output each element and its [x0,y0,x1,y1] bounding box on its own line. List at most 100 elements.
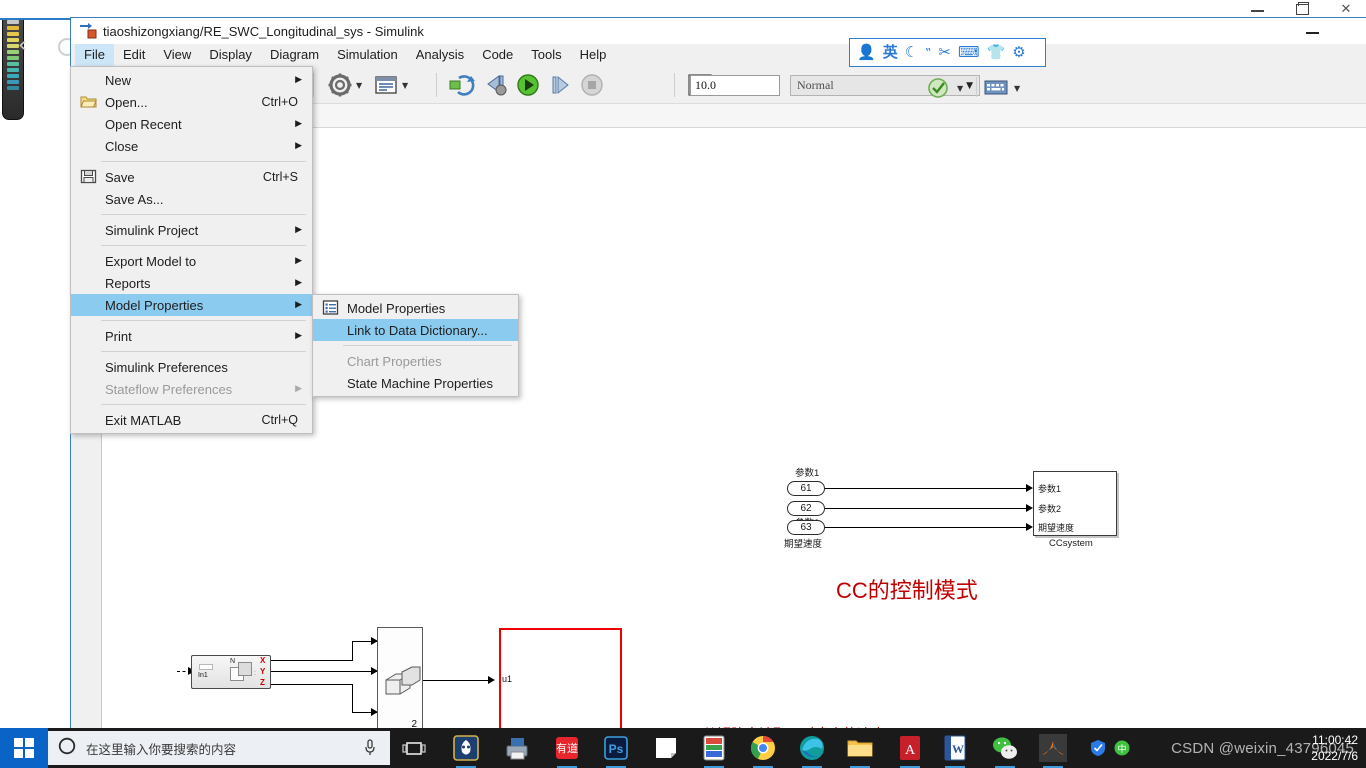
ccsystem-port-3-label: 期望速度 [1038,523,1075,533]
annotation-cc-control-mode[interactable]: CC的控制模式 [836,573,978,605]
submenu-item-link-to-data-dictionary[interactable]: Link to Data Dictionary... [313,319,518,341]
matlab-icon[interactable] [1039,734,1067,768]
taskbar-search-box[interactable]: 在这里输入你要搜索的内容 [48,731,390,765]
simulation-mode-caret-icon: ▼ [966,80,973,91]
model-configuration-parameters-icon[interactable] [327,72,353,98]
ime-language-toggle[interactable]: 英 [883,45,898,60]
acrobat-reader-icon[interactable]: A [896,734,924,768]
screen: ‹ ✕ tiaoshizongxiang/RE_SWC_Longitudinal… [0,0,1366,768]
file-menu-item-model-properties[interactable]: Model Properties ▶ [71,294,312,316]
build-caret-icon[interactable]: ▼ [957,85,966,93]
svg-text:Ps: Ps [609,742,624,756]
file-menu-item-open[interactable]: Open... Ctrl+O [71,91,312,113]
file-explorer-icon[interactable] [846,734,874,768]
qqbrowser-icon[interactable] [452,734,480,768]
host-window-controls: ✕ [1246,0,1358,18]
menu-help[interactable]: Help [571,44,616,66]
cortana-circle-icon [58,737,76,760]
model-config-dropdown-caret-icon[interactable]: ▼ [356,82,365,90]
submenu-label-state-machine-properties: State Machine Properties [347,375,493,391]
simulink-minimize-icon[interactable] [1302,23,1324,39]
menu-analysis[interactable]: Analysis [407,44,473,66]
host-restore-icon[interactable] [1290,1,1314,17]
file-menu-item-save-as[interactable]: Save As... [71,188,312,210]
library-browser-icon[interactable] [373,72,399,98]
notepad-icon[interactable] [652,734,680,762]
host-minimize-icon[interactable] [1246,1,1270,17]
menu-tools[interactable]: Tools [522,44,570,66]
ime-punctuation-icon[interactable]: ‟ [925,47,931,59]
stop-icon[interactable] [579,72,605,98]
ccsystem-block-name: CCsystem [1049,538,1093,549]
signal-arrow-3 [1026,523,1033,531]
microphone-icon[interactable] [364,739,376,762]
menubar: File Edit View Display Diagram Simulatio… [71,44,1366,66]
file-menu-item-new[interactable]: New ▶ [71,69,312,91]
file-menu-item-print[interactable]: Print ▶ [71,325,312,347]
ime-profile-icon[interactable]: 👤 [857,45,876,60]
ime-settings-icon[interactable]: ⚙ [1012,45,1025,60]
chrome-icon[interactable] [749,734,777,768]
ccsystem-port-2-label: 参数2 [1038,504,1062,514]
wechat-icon[interactable] [991,734,1019,768]
ime-scissors-icon[interactable]: ✂ [938,45,951,60]
file-menu-item-exit-matlab[interactable]: Exit MATLAB Ctrl+Q [71,409,312,431]
ime-tray-icon[interactable]: 中 [1113,739,1131,757]
menu-diagram[interactable]: Diagram [261,44,328,66]
simulation-stop-time-input[interactable] [690,75,780,96]
taskbar-clock[interactable]: 11:00:42 2022/7/6 [1262,732,1358,764]
menu-simulation[interactable]: Simulation [328,44,407,66]
lookup-subsystem-block[interactable]: N In1 : [191,655,271,689]
run-icon[interactable] [515,72,541,98]
library-dropdown-caret-icon[interactable]: ▼ [402,82,411,90]
menu-edit[interactable]: Edit [114,44,154,66]
ime-keyboard-icon[interactable]: ⌨ [958,45,980,60]
file-menu-label-save: Save [105,169,135,185]
file-menu-shortcut-exit: Ctrl+Q [261,413,298,427]
file-menu-item-open-recent[interactable]: Open Recent ▶ [71,113,312,135]
chevron-right-icon: ▶ [295,256,302,266]
menu-file[interactable]: File [75,44,114,66]
submenu-item-state-machine-properties[interactable]: State Machine Properties [313,372,518,394]
constant-block-63[interactable]: 63 [787,520,825,535]
menu-view[interactable]: View [154,44,200,66]
file-menu-label-close: Close [105,138,139,154]
edge-icon[interactable] [798,734,826,768]
menu-code[interactable]: Code [473,44,522,66]
file-menu-item-reports[interactable]: Reports ▶ [71,272,312,294]
step-forward-icon[interactable] [547,72,573,98]
lookup-3d-block[interactable]: 2 [377,627,423,728]
task-view-icon[interactable] [400,734,428,762]
ime-moon-icon[interactable]: ☾ [905,45,918,60]
file-menu-item-simulink-preferences[interactable]: Simulink Preferences [71,356,312,378]
step-back-icon[interactable] [483,72,509,98]
file-menu-item-close[interactable]: Close ▶ [71,135,312,157]
simulink-titlebar: tiaoshizongxiang/RE_SWC_Longitudinal_sys… [71,18,1366,44]
submenu-label-chart-properties: Chart Properties [347,353,442,369]
start-button[interactable] [0,728,48,768]
file-menu-item-simulink-project[interactable]: Simulink Project ▶ [71,219,312,241]
file-menu-item-export-model-to[interactable]: Export Model to ▶ [71,250,312,272]
wps-icon[interactable] [700,734,728,768]
youdao-dict-icon[interactable]: 有道 [553,734,581,768]
model-properties-submenu: Model Properties Link to Data Dictionary… [312,294,519,397]
printer-icon[interactable] [503,734,531,762]
build-model-icon[interactable] [927,77,953,103]
menu-display[interactable]: Display [200,44,261,66]
word-icon[interactable]: W [941,734,969,768]
submenu-item-model-properties[interactable]: Model Properties [313,297,518,319]
photoshop-icon[interactable]: Ps [602,734,630,768]
wire-x-v [352,641,354,661]
keyboard-caret-icon[interactable]: ▼ [1014,85,1023,93]
security-shield-icon[interactable] [1089,739,1107,757]
file-menu-item-save[interactable]: Save Ctrl+S [71,166,312,188]
update-model-icon[interactable] [449,72,475,98]
file-menu-label-print: Print [105,328,132,344]
keyboard-shortcut-icon[interactable] [983,78,1009,96]
ime-skin-icon[interactable]: 👕 [987,45,1006,60]
host-close-icon[interactable]: ✕ [1334,1,1358,17]
constant-block-61[interactable]: 61 [787,481,825,496]
red-subsystem-boundary[interactable] [499,628,622,728]
desktop-prev-arrow-icon[interactable]: ‹ [18,35,40,58]
constant-block-62[interactable]: 62 [787,501,825,516]
